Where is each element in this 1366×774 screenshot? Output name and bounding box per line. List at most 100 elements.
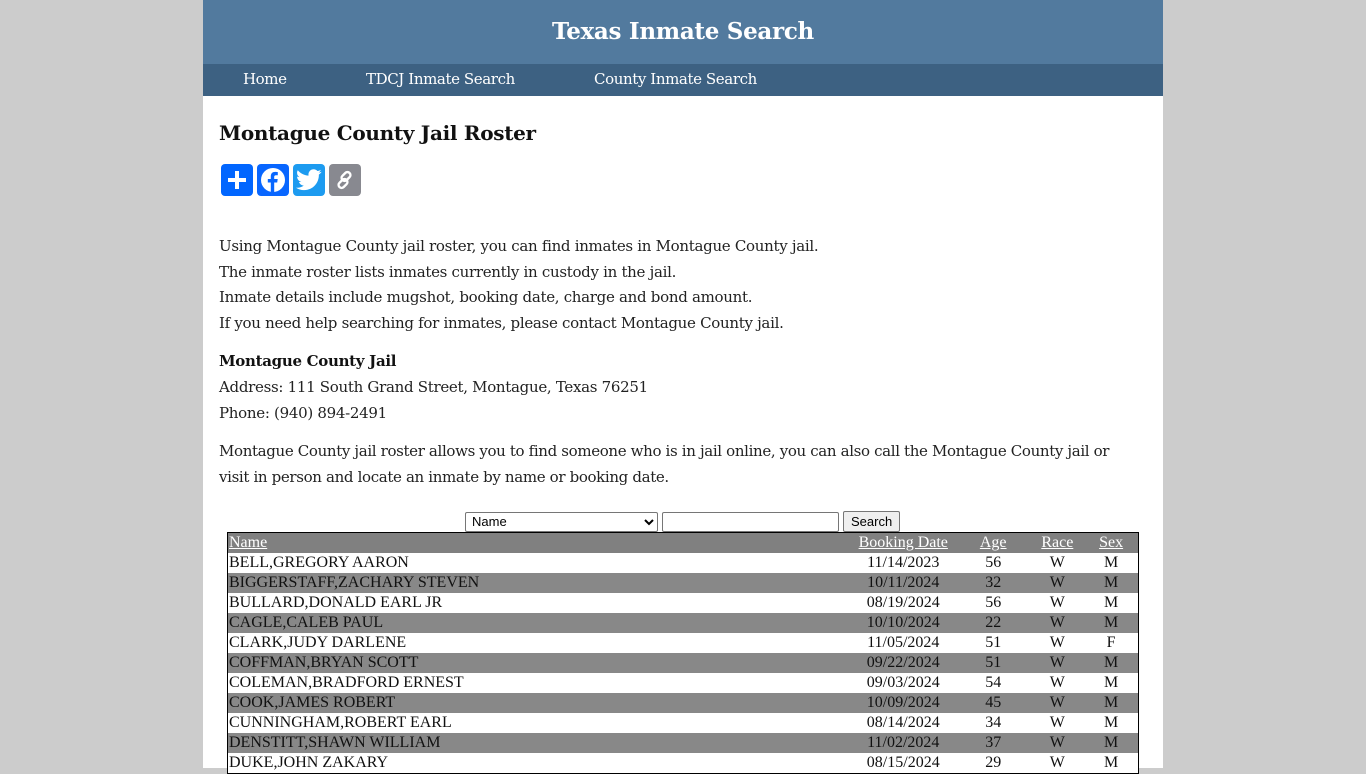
cell-booking-date: 10/09/2024 <box>850 693 956 713</box>
cell-race: W <box>1030 613 1085 633</box>
sort-by-race-link[interactable]: Race <box>1041 534 1073 551</box>
table-row[interactable]: COOK,JAMES ROBERT 10/09/2024 45 W M <box>227 693 1139 713</box>
column-header-age[interactable]: Age <box>955 532 1031 553</box>
table-row[interactable]: CUNNINGHAM,ROBERT EARL 08/14/2024 34 W M <box>227 713 1139 733</box>
table-row[interactable]: CAGLE,CALEB PAUL 10/10/2024 22 W M <box>227 613 1139 633</box>
table-header-row: Name Booking Date Age Race Sex <box>227 532 1139 553</box>
cell-age: 22 <box>955 613 1031 633</box>
cell-race: W <box>1030 653 1085 673</box>
roster-table: Name Booking Date Age Race Sex BELL,GREG… <box>227 532 1139 774</box>
column-header-race[interactable]: Race <box>1030 532 1085 553</box>
table-row[interactable]: BIGGERSTAFF,ZACHARY STEVEN 10/11/2024 32 W M <box>227 573 1139 593</box>
table-row[interactable]: BELL,GREGORY AARON 11/14/2023 56 W M <box>227 553 1139 573</box>
sort-by-sex-link[interactable]: Sex <box>1099 534 1123 551</box>
copy-link-button[interactable] <box>329 164 361 196</box>
site-title[interactable]: Texas Inmate Search <box>552 18 814 45</box>
cell-sex: F <box>1084 633 1139 653</box>
site-header: Texas Inmate Search <box>203 0 1163 64</box>
cell-name: DENSTITT,SHAWN WILLIAM <box>227 733 851 753</box>
jail-address: Address: 111 South Grand Street, Montagu… <box>219 378 648 396</box>
cell-name: COFFMAN,BRYAN SCOTT <box>227 653 851 673</box>
cell-booking-date: 10/11/2024 <box>850 573 956 593</box>
cell-race: W <box>1030 593 1085 613</box>
share-button[interactable] <box>221 164 253 196</box>
cell-race: W <box>1030 733 1085 753</box>
table-row[interactable]: COFFMAN,BRYAN SCOTT 09/22/2024 51 W M <box>227 653 1139 673</box>
cell-booking-date: 11/02/2024 <box>850 733 956 753</box>
search-input[interactable] <box>662 511 839 532</box>
jail-info: Montague County Jail Address: 111 South … <box>219 348 648 426</box>
table-row[interactable]: COLEMAN,BRADFORD ERNEST 09/03/2024 54 W M <box>227 673 1139 693</box>
cell-age: 37 <box>955 733 1031 753</box>
cell-name: CAGLE,CALEB PAUL <box>227 613 851 633</box>
cell-race: W <box>1030 633 1085 653</box>
cell-booking-date: 08/14/2024 <box>850 713 956 733</box>
roster-body: BELL,GREGORY AARON 11/14/2023 56 W M BIGGERST… <box>227 553 1139 774</box>
cell-booking-date: 11/14/2023 <box>850 553 956 573</box>
cell-name: CUNNINGHAM,ROBERT EARL <box>227 713 851 733</box>
intro-line: If you need help searching for inmates, … <box>219 314 784 333</box>
cell-sex: M <box>1084 613 1139 633</box>
cell-sex: M <box>1084 653 1139 673</box>
table-row[interactable]: BULLARD,DONALD EARL JR 08/19/2024 56 W M <box>227 593 1139 613</box>
facebook-icon <box>261 168 285 192</box>
cell-name: CLARK,JUDY DARLENE <box>227 633 851 653</box>
cell-age: 32 <box>955 573 1031 593</box>
cell-sex: M <box>1084 753 1139 774</box>
link-icon <box>337 170 352 190</box>
column-header-sex[interactable]: Sex <box>1084 532 1139 553</box>
column-header-name[interactable]: Name <box>227 532 851 553</box>
nav-item-home[interactable]: Home <box>243 70 287 88</box>
cell-sex: M <box>1084 713 1139 733</box>
cell-sex: M <box>1084 673 1139 693</box>
sort-by-age-link[interactable]: Age <box>980 534 1007 551</box>
intro-text: Using Montague County jail roster, you c… <box>219 234 819 337</box>
intro-line: Using Montague County jail roster, you c… <box>219 237 819 255</box>
cell-age: 45 <box>955 693 1031 713</box>
cell-name: BIGGERSTAFF,ZACHARY STEVEN <box>227 573 851 593</box>
cell-race: W <box>1030 753 1085 774</box>
cell-name: BULLARD,DONALD EARL JR <box>227 593 851 613</box>
cell-age: 51 <box>955 633 1031 653</box>
page-container: Texas Inmate Search Home TDCJ Inmate Sea… <box>203 0 1163 774</box>
nav-item-tdcj-inmate-search[interactable]: TDCJ Inmate Search <box>366 70 515 88</box>
main-nav: Home TDCJ Inmate Search County Inmate Se… <box>203 64 1163 96</box>
facebook-share-button[interactable] <box>257 164 289 196</box>
cell-race: W <box>1030 673 1085 693</box>
cell-age: 54 <box>955 673 1031 693</box>
cell-booking-date: 11/05/2024 <box>850 633 956 653</box>
jail-phone: Phone: (940) 894-2491 <box>219 404 387 422</box>
column-header-booking-date[interactable]: Booking Date <box>850 532 956 553</box>
cell-race: W <box>1030 713 1085 733</box>
cell-sex: M <box>1084 553 1139 573</box>
intro-line: The inmate roster lists inmates currentl… <box>219 262 677 281</box>
search-field-select[interactable]: Name <box>465 511 658 532</box>
cell-sex: M <box>1084 733 1139 753</box>
cell-age: 56 <box>955 593 1031 613</box>
table-row[interactable]: CLARK,JUDY DARLENE 11/05/2024 51 W F <box>227 633 1139 653</box>
plus-icon <box>228 171 246 189</box>
table-row[interactable]: DUKE,JOHN ZAKARY 08/15/2024 29 W M <box>227 753 1139 774</box>
cell-sex: M <box>1084 573 1139 593</box>
table-row[interactable]: DENSTITT,SHAWN WILLIAM 11/02/2024 37 W M <box>227 733 1139 753</box>
jail-name: Montague County Jail <box>219 352 397 370</box>
twitter-share-button[interactable] <box>293 164 325 196</box>
nav-item-county-inmate-search[interactable]: County Inmate Search <box>594 70 757 88</box>
twitter-icon <box>296 169 322 191</box>
cell-age: 34 <box>955 713 1031 733</box>
cell-age: 56 <box>955 553 1031 573</box>
search-bar: Name Search <box>465 511 901 532</box>
sort-by-booking-date-link[interactable]: Booking Date <box>859 534 948 551</box>
cell-age: 51 <box>955 653 1031 673</box>
cell-sex: M <box>1084 693 1139 713</box>
cell-booking-date: 10/10/2024 <box>850 613 956 633</box>
cell-booking-date: 09/03/2024 <box>850 673 956 693</box>
cell-sex: M <box>1084 593 1139 613</box>
share-buttons <box>221 164 361 196</box>
search-button[interactable]: Search <box>843 511 901 532</box>
cell-name: DUKE,JOHN ZAKARY <box>227 753 851 774</box>
cell-booking-date: 09/22/2024 <box>850 653 956 673</box>
sort-by-name-link[interactable]: Name <box>229 534 267 551</box>
cell-name: COOK,JAMES ROBERT <box>227 693 851 713</box>
cell-age: 29 <box>955 753 1031 774</box>
